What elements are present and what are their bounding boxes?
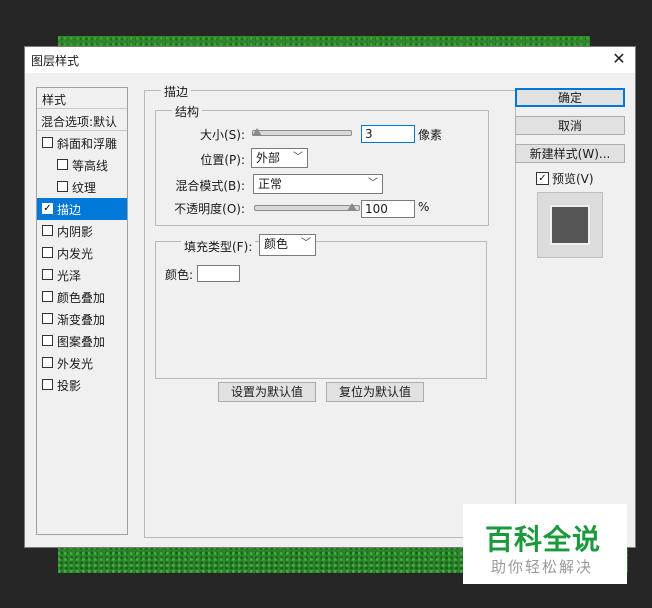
style-item-label: 外发光: [57, 357, 94, 371]
checkbox[interactable]: [42, 379, 53, 390]
style-item[interactable]: 渐变叠加: [37, 308, 127, 330]
style-item-label: 描边: [57, 203, 82, 217]
style-item-label: 渐变叠加: [57, 313, 106, 327]
style-item[interactable]: 等高线: [37, 154, 127, 176]
fill-type-label: 填充类型(F):: [181, 238, 256, 255]
opacity-label: 不透明度(O):: [174, 202, 245, 216]
chevron-down-icon: ﹀: [368, 178, 378, 189]
checkbox[interactable]: [42, 269, 53, 280]
ok-button[interactable]: 确定: [515, 88, 625, 107]
size-input[interactable]: 3: [361, 125, 415, 143]
style-item-label: 等高线: [72, 159, 109, 173]
position-select[interactable]: 外部 ﹀: [251, 148, 308, 168]
style-item-label: 图案叠加: [57, 335, 106, 349]
new-style-button[interactable]: 新建样式(W)...: [515, 144, 625, 163]
size-slider-thumb[interactable]: [252, 128, 262, 136]
watermark-title: 百科全说: [485, 523, 602, 556]
layer-style-dialog: 图层样式 ✕ 样式 混合选项:默认 斜面和浮雕 等高线 纹理 ✓ 描边 内阴影 内发光 光泽颜…: [24, 46, 636, 548]
style-item-label: 颜色叠加: [57, 291, 106, 305]
checkbox[interactable]: [42, 247, 53, 258]
styles-list: 样式 混合选项:默认 斜面和浮雕等高线纹理 ✓ 描边内阴影内发光光泽颜色叠加渐变叠加…: [36, 87, 128, 535]
opacity-input[interactable]: 100: [361, 200, 415, 218]
style-item-label: 纹理: [72, 181, 97, 195]
preview-label: 预览(V): [552, 172, 594, 186]
watermark-subtitle: 助你轻松解决: [491, 558, 594, 576]
style-item-label: 斜面和浮雕: [57, 137, 118, 151]
size-label: 大小(S):: [199, 128, 245, 142]
color-label: 颜色:: [165, 268, 194, 282]
style-item-label: 内发光: [57, 247, 94, 261]
structure-group-title: 结构: [172, 103, 203, 120]
position-label: 位置(P):: [200, 153, 245, 167]
watermark: 百科全说 助你轻松解决: [463, 504, 627, 584]
checkbox[interactable]: [42, 357, 53, 368]
blend-mode-select[interactable]: 正常 ﹀: [253, 174, 383, 194]
style-item[interactable]: 内发光: [37, 242, 127, 264]
style-item[interactable]: 光泽: [37, 264, 127, 286]
checkbox[interactable]: [42, 291, 53, 302]
opacity-unit: %: [418, 200, 430, 214]
chevron-down-icon: ﹀: [301, 238, 311, 249]
style-item[interactable]: ✓ 描边: [37, 198, 127, 220]
checkbox[interactable]: [42, 335, 53, 346]
checkbox[interactable]: [42, 313, 53, 324]
opacity-slider-thumb[interactable]: [347, 203, 357, 211]
chevron-down-icon: ﹀: [293, 152, 303, 163]
dialog-title: 图层样式: [31, 54, 80, 68]
style-item[interactable]: 颜色叠加: [37, 286, 127, 308]
preview-checkbox-row[interactable]: ✓ 预览(V): [536, 170, 616, 188]
style-item[interactable]: 斜面和浮雕: [37, 132, 127, 154]
stroke-group-title: 描边: [161, 83, 192, 100]
style-item[interactable]: 纹理: [37, 176, 127, 198]
checkbox[interactable]: [42, 137, 53, 148]
style-item-label: 光泽: [57, 269, 82, 283]
title-bar: 图层样式 ✕: [25, 47, 635, 73]
blend-options-item[interactable]: 混合选项:默认: [37, 110, 127, 131]
close-icon[interactable]: ✕: [609, 49, 629, 69]
style-item[interactable]: 投影: [37, 374, 127, 396]
style-item-label: 内阴影: [57, 225, 94, 239]
blend-mode-label: 混合模式(B):: [175, 179, 245, 193]
preview-checkbox[interactable]: ✓: [536, 172, 549, 185]
style-preview: [537, 192, 603, 258]
structure-group: 结构 大小(S): 3 像素 位置(P): 外部 ﹀ 混合模式(B): 正常 ﹀…: [155, 103, 489, 226]
fill-group: 填充类型(F): 颜色 ﹀ 颜色:: [155, 234, 487, 379]
checkbox-checked[interactable]: ✓: [42, 203, 53, 214]
checkbox[interactable]: [57, 181, 68, 192]
checkbox[interactable]: [57, 159, 68, 170]
style-item[interactable]: 内阴影: [37, 220, 127, 242]
checkbox[interactable]: [42, 225, 53, 236]
style-item[interactable]: 图案叠加: [37, 330, 127, 352]
preview-thumbnail: [550, 205, 590, 245]
reset-default-button[interactable]: 复位为默认值: [326, 382, 424, 402]
set-default-button[interactable]: 设置为默认值: [218, 382, 316, 402]
fill-type-select[interactable]: 颜色 ﹀: [259, 234, 316, 256]
size-slider[interactable]: [252, 130, 352, 136]
cancel-button[interactable]: 取消: [515, 116, 625, 135]
size-unit: 像素: [418, 128, 443, 142]
color-swatch[interactable]: [197, 265, 240, 282]
stroke-group: 描边 结构 大小(S): 3 像素 位置(P): 外部 ﹀ 混合模式(B): 正…: [144, 83, 516, 538]
style-item[interactable]: 外发光: [37, 352, 127, 374]
styles-header[interactable]: 样式: [37, 88, 127, 109]
style-item-label: 投影: [57, 379, 82, 393]
opacity-slider[interactable]: [254, 205, 360, 211]
